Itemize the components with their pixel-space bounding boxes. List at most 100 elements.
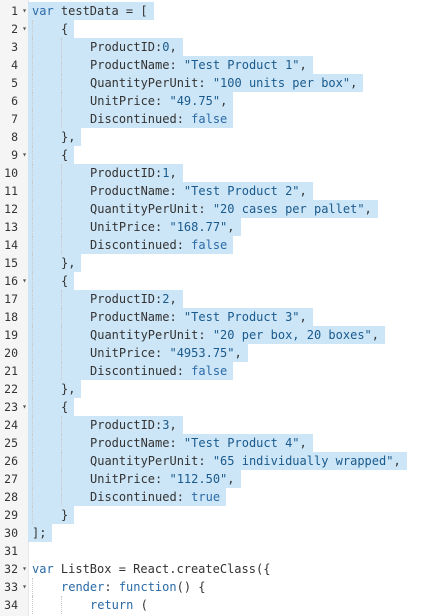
code-token: {	[61, 22, 69, 36]
code-line[interactable]: ProductID:0,	[28, 38, 183, 56]
code-line[interactable]: ProductName: "Test Product 3",	[28, 308, 313, 326]
code-line[interactable]: },	[28, 380, 82, 398]
code-line[interactable]: }	[28, 506, 75, 524]
code-line[interactable]: QuantityPerUnit: "20 per box, 20 boxes",	[28, 326, 386, 344]
line-number: 24	[0, 416, 28, 434]
selection-highlight: }	[28, 506, 75, 524]
code-line[interactable]: UnitPrice: "4953.75",	[28, 344, 248, 362]
code-token: ,	[169, 40, 177, 54]
indent-guide	[32, 380, 61, 398]
code-line[interactable]: ProductName: "Test Product 2",	[28, 182, 313, 200]
selection-highlight: ProductID:2,	[28, 290, 183, 308]
selection-highlight: Discontinued: false	[28, 236, 234, 254]
code-line[interactable]: ProductName: "Test Product 4",	[28, 434, 313, 452]
code-token: ,	[350, 76, 358, 90]
indent-guide	[32, 200, 61, 218]
line-number: 13	[0, 218, 28, 236]
code-line[interactable]: QuantityPerUnit: "65 individually wrappe…	[28, 452, 407, 470]
code-line[interactable]: UnitPrice: "168.77",	[28, 218, 241, 236]
code-line[interactable]: ProductID:3,	[28, 416, 183, 434]
line-number-text: 31	[4, 544, 18, 558]
indent-guide	[61, 74, 90, 92]
indent-guide	[32, 506, 61, 524]
indent-guide	[32, 578, 61, 596]
indent-guide	[61, 56, 90, 74]
code-editor[interactable]: 1 ▾ 2 ▾ 3 4 5 6 7 8 9 ▾ 10 11 12 13 14 15 16 ▾ 17 18 19 20 21 22 2…	[0, 0, 430, 616]
code-line[interactable]: Discontinued: false	[28, 110, 234, 128]
code-line[interactable]: Discontinued: true	[28, 488, 227, 506]
code-token: ProductID:	[90, 292, 163, 306]
code-line[interactable]: render: function() {	[28, 578, 206, 596]
line-number: 4	[0, 56, 28, 74]
line-number-text: 17	[4, 292, 18, 306]
code-token: QuantityPerUnit:	[90, 202, 213, 216]
code-token: {	[61, 274, 69, 288]
selection-highlight: ProductName: "Test Product 1",	[28, 56, 313, 74]
fold-arrow-icon[interactable]: ▾	[22, 578, 27, 596]
line-number-text: 13	[4, 220, 18, 234]
line-number-text: 10	[4, 166, 18, 180]
line-number-text: 5	[11, 76, 18, 90]
code-line[interactable]: QuantityPerUnit: "20 cases per pallet",	[28, 200, 378, 218]
fold-arrow-icon[interactable]: ▾	[22, 560, 27, 578]
selection-highlight: ProductName: "Test Product 2",	[28, 182, 313, 200]
fold-arrow-icon[interactable]: ▾	[22, 20, 27, 38]
code-line[interactable]: Discontinued: false	[28, 236, 234, 254]
code-line-content: return (	[28, 596, 148, 614]
code-token: ,	[299, 58, 307, 72]
indent-guide	[61, 218, 90, 236]
indent-guide	[32, 236, 61, 254]
code-area[interactable]: var testData = [{ProductID:0, ProductName…	[28, 0, 430, 616]
code-line[interactable]: ProductID:2,	[28, 290, 183, 308]
code-line[interactable]: ProductID:1,	[28, 164, 183, 182]
code-token: "Test Product 1"	[183, 58, 300, 72]
code-token: },	[61, 130, 76, 144]
code-line[interactable]: {	[28, 146, 75, 164]
line-number-text: 18	[4, 310, 18, 324]
line-number: 26	[0, 452, 28, 470]
code-line[interactable]: },	[28, 254, 82, 272]
indent-guide	[61, 38, 90, 56]
code-line[interactable]: var ListBox = React.createClass({	[28, 560, 270, 578]
indent-guide	[61, 308, 90, 326]
code-line[interactable]	[28, 542, 32, 560]
code-line[interactable]: UnitPrice: "49.75",	[28, 92, 234, 110]
indent-guide	[61, 416, 90, 434]
code-line[interactable]: QuantityPerUnit: "100 units per box",	[28, 74, 364, 92]
code-line-content	[28, 544, 32, 558]
code-line[interactable]: var testData = [	[28, 2, 154, 20]
indent-guide	[32, 398, 61, 416]
code-line[interactable]: ];	[28, 524, 53, 542]
fold-arrow-icon[interactable]: ▾	[22, 146, 27, 164]
code-line[interactable]: Discontinued: false	[28, 362, 234, 380]
fold-arrow-icon[interactable]: ▾	[22, 398, 27, 416]
indent-guide	[61, 110, 90, 128]
code-token: :	[104, 580, 119, 594]
code-token: ,	[393, 454, 401, 468]
line-number: 32 ▾	[0, 560, 28, 578]
line-number: 30	[0, 524, 28, 542]
line-number-text: 8	[11, 130, 18, 144]
line-number-text: 21	[4, 364, 18, 378]
code-line[interactable]: ProductName: "Test Product 1",	[28, 56, 313, 74]
line-number: 8	[0, 128, 28, 146]
code-token: ,	[299, 310, 307, 324]
code-line[interactable]: {	[28, 20, 75, 38]
code-line[interactable]: UnitPrice: "112.50",	[28, 470, 241, 488]
code-token: ,	[364, 202, 372, 216]
code-line[interactable]: },	[28, 128, 82, 146]
line-number-text: 29	[4, 508, 18, 522]
fold-arrow-icon[interactable]: ▾	[22, 272, 27, 290]
code-line[interactable]: {	[28, 398, 75, 416]
code-token: (	[133, 598, 148, 612]
line-number-text: 15	[4, 256, 18, 270]
code-token: "20 cases per pallet"	[212, 202, 365, 216]
code-line[interactable]: return (	[28, 596, 148, 614]
fold-arrow-icon[interactable]: ▾	[22, 2, 27, 20]
code-line[interactable]: {	[28, 272, 75, 290]
line-number: 5	[0, 74, 28, 92]
selection-highlight: {	[28, 20, 75, 38]
line-number: 22	[0, 380, 28, 398]
indent-guide	[61, 488, 90, 506]
selection-highlight: ProductID:3,	[28, 416, 183, 434]
